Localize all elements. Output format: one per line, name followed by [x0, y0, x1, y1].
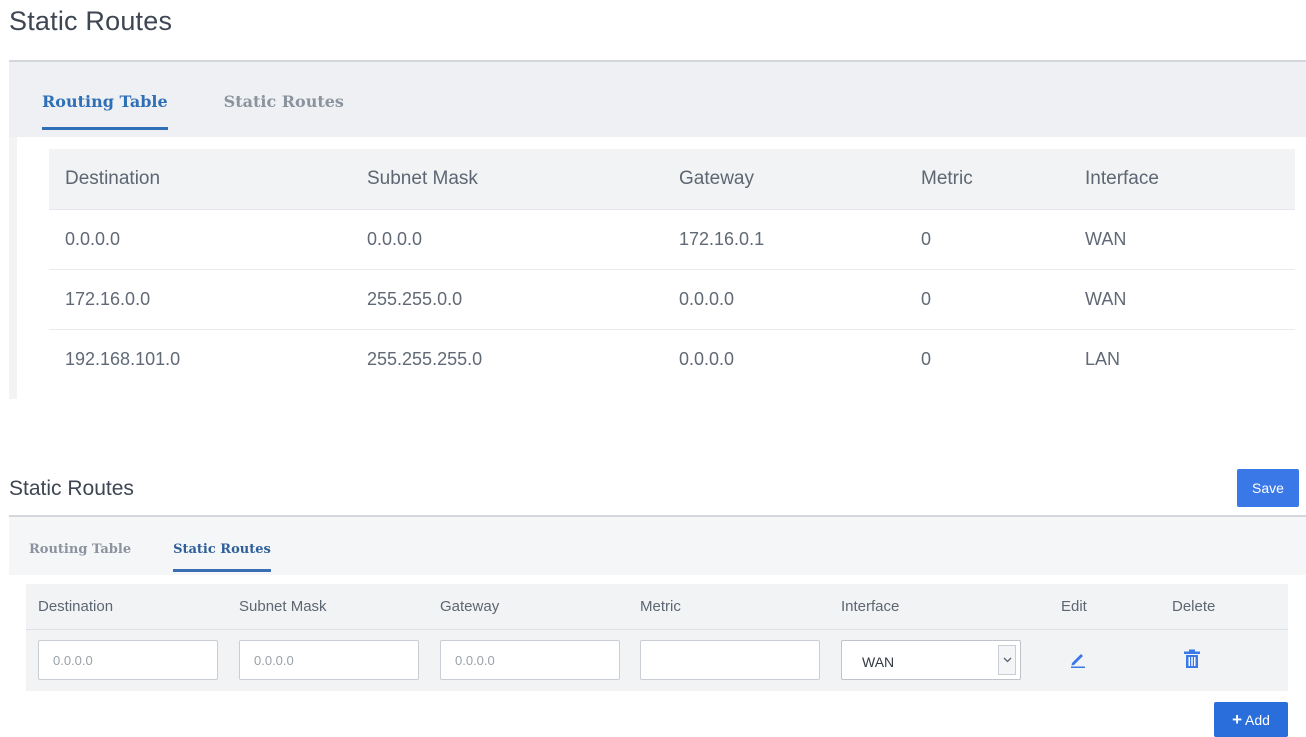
table-row: WAN: [26, 629, 1288, 691]
top-tab-bar: Routing Table Static Routes: [9, 60, 1306, 137]
col-gateway: Gateway: [428, 584, 628, 630]
routing-table-header: Destination Subnet Mask Gateway Metric I…: [49, 149, 1295, 210]
bottom-tab-bar: Routing Table Static Routes: [9, 515, 1306, 575]
section-title: Static Routes: [9, 477, 134, 500]
chevron-down-icon: [998, 645, 1016, 676]
cell-interface: LAN: [1085, 348, 1121, 369]
interface-select[interactable]: WAN: [841, 640, 1021, 681]
bottom-tabs: Routing Table Static Routes: [29, 542, 313, 572]
cell-metric: [628, 629, 829, 691]
trash-icon[interactable]: [1180, 647, 1204, 671]
cell-gateway: 0.0.0.0: [679, 348, 735, 369]
routing-table-panel: Destination Subnet Mask Gateway Metric I…: [9, 137, 1306, 399]
static-routes-table: Destination Subnet Mask Gateway Metric I…: [26, 584, 1288, 691]
cell-gateway: [428, 629, 628, 691]
cell-gateway: 172.16.0.1: [679, 209, 921, 270]
plus-icon: +: [1232, 709, 1242, 729]
routing-table: Destination Subnet Mask Gateway Metric I…: [49, 149, 1295, 389]
cell-destination: 192.168.101.0: [65, 348, 181, 369]
subnet-mask-input[interactable]: [239, 640, 419, 681]
col-subnet-mask: Subnet Mask: [227, 584, 428, 630]
col-subnet-mask: Subnet Mask: [367, 149, 679, 210]
col-edit: Edit: [1049, 584, 1160, 630]
cell-destination: 0.0.0.0: [49, 209, 367, 270]
tab-static-routes[interactable]: Static Routes: [173, 542, 271, 572]
cell-subnet-mask: [227, 629, 428, 691]
col-metric: Metric: [628, 584, 829, 630]
add-button-label: Add: [1245, 711, 1270, 728]
cell-subnet-mask: 255.255.0.0: [367, 269, 679, 330]
col-delete: Delete: [1160, 584, 1288, 630]
cell-gateway: 0.0.0.0: [679, 269, 921, 330]
col-gateway: Gateway: [679, 149, 921, 210]
cell-metric: 0: [921, 348, 932, 369]
destination-input[interactable]: [38, 640, 218, 681]
top-tabs: Routing Table Static Routes: [42, 92, 400, 130]
tab-static-routes[interactable]: Static Routes: [224, 92, 344, 130]
static-routes-header: Destination Subnet Mask Gateway Metric I…: [26, 584, 1288, 630]
col-metric: Metric: [921, 149, 1085, 210]
cell-destination: 172.16.0.0: [49, 269, 367, 330]
col-interface: Interface: [1085, 149, 1295, 210]
tab-routing-table[interactable]: Routing Table: [29, 542, 131, 572]
pencil-icon[interactable]: [1066, 647, 1090, 671]
table-row: 192.168.101.0 255.255.255.0 0.0.0.0 0 LA…: [49, 329, 1295, 389]
cell-metric: 0: [921, 209, 1085, 270]
cell-interface: WAN: [1085, 209, 1295, 270]
page-title: Static Routes: [9, 6, 173, 36]
cell-interface: WAN: [1085, 269, 1295, 330]
col-destination: Destination: [49, 149, 367, 210]
add-button[interactable]: + Add: [1214, 702, 1288, 737]
col-destination: Destination: [26, 584, 227, 630]
save-button[interactable]: Save: [1237, 469, 1299, 507]
table-row: 172.16.0.0 255.255.0.0 0.0.0.0 0 WAN: [49, 269, 1295, 330]
cell-subnet-mask: 0.0.0.0: [367, 209, 679, 270]
metric-input[interactable]: [640, 640, 820, 681]
cell-metric: 0: [921, 269, 1085, 330]
cell-interface: WAN: [829, 629, 1049, 691]
cell-subnet-mask: 255.255.255.0: [367, 348, 483, 369]
table-row: 0.0.0.0 0.0.0.0 172.16.0.1 0 WAN: [49, 209, 1295, 270]
gateway-input[interactable]: [440, 640, 620, 681]
cell-edit: [1049, 629, 1160, 691]
col-interface: Interface: [829, 584, 1049, 630]
tab-routing-table[interactable]: Routing Table: [42, 92, 168, 130]
cell-destination: [26, 629, 227, 691]
interface-select-value: WAN: [862, 654, 895, 671]
cell-delete: [1160, 629, 1288, 691]
